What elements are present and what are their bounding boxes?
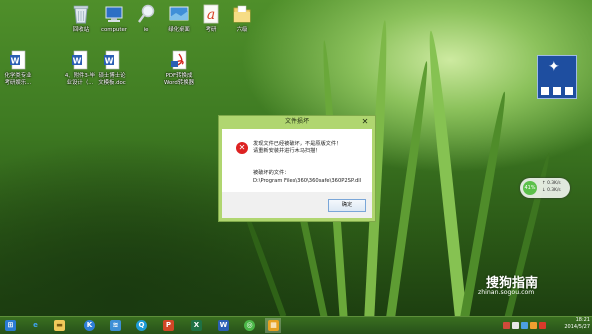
monitor-icon xyxy=(169,3,189,25)
clock-time: 18:21 xyxy=(575,317,590,323)
word-doc-icon: W xyxy=(70,49,90,71)
k-app-icon: K xyxy=(84,320,95,331)
message-line-2: 请重新安装并进行木马扫描！ xyxy=(253,148,321,154)
close-icon[interactable]: ✕ xyxy=(359,117,371,127)
tray-antivirus-icon[interactable] xyxy=(503,322,510,329)
taskbar-k-app[interactable]: K xyxy=(81,318,97,333)
svg-text:W: W xyxy=(11,57,20,66)
svg-text:W: W xyxy=(73,57,82,66)
dialog-title: 文件损坏 xyxy=(284,118,309,125)
pdf-converter-icon xyxy=(169,49,189,71)
network-app-icon: ≋ xyxy=(110,320,121,331)
ok-button[interactable]: 确定 xyxy=(328,199,366,212)
taskbar: ⊞ e ▬ K ≋ Q P X W ◎ ▦ 18:21 2014/5/27 xyxy=(0,316,592,334)
dialog-content: ✕ 发现文件已经被破坏，不是原版文件！ 请重新安装并进行木马扫描！ 被破坏的文件… xyxy=(222,129,372,218)
svg-text:W: W xyxy=(105,57,114,66)
tile-footer xyxy=(541,87,573,95)
damaged-file-path: D:\Program Files\360\360safe\360P2SP.dll xyxy=(253,178,362,184)
network-speed-gadget[interactable]: 41% ↑ 0.3K/s ↓ 0.3K/s xyxy=(520,178,570,198)
start-button[interactable]: ⊞ xyxy=(2,318,18,333)
desktop-icon-label: 硕士博士论 文模板.doc xyxy=(98,73,126,86)
desktop-icon-thesis-doc[interactable]: W 硕士博士论 文模板.doc xyxy=(90,49,134,87)
message-line-1: 发现文件已经被破坏，不是原版文件！ xyxy=(253,141,342,147)
system-clock[interactable]: 18:21 2014/5/27 xyxy=(564,317,590,334)
magnifier-icon xyxy=(136,3,156,25)
desktop-icon-label: 化学类专业 考研娱乐... xyxy=(4,73,32,86)
taskbar-tiles-app[interactable]: ▦ xyxy=(265,318,281,333)
excel-icon: X xyxy=(191,320,202,331)
desktop-icon-label: 六级 xyxy=(236,27,248,33)
word-doc-icon: W xyxy=(8,49,28,71)
tray-ime-icon[interactable] xyxy=(530,322,537,329)
sogou-watermark: 搜狗指南 zhinan.sogou.com xyxy=(478,272,538,296)
ie-browser-icon: e xyxy=(33,321,38,329)
taskbar-powerpoint[interactable]: P xyxy=(160,318,176,333)
file-explorer-icon: ▬ xyxy=(54,320,65,331)
qq-icon: Q xyxy=(136,320,147,331)
taskbar-network-app[interactable]: ≋ xyxy=(107,318,123,333)
clock-date: 2014/5/27 xyxy=(564,324,590,330)
taskbar-qq[interactable]: Q xyxy=(133,318,149,333)
file-damaged-dialog: 文件损坏 ✕ ✕ 发现文件已经被破坏，不是原版文件！ 请重新安装并进行木马扫描！… xyxy=(218,115,376,222)
taskbar-ie[interactable]: e xyxy=(27,318,43,333)
tray-volume-icon[interactable] xyxy=(521,322,528,329)
word-icon: W xyxy=(218,320,229,331)
desktop-icon-pdf-converter[interactable]: PDF转换成 Word转换器 xyxy=(157,49,201,87)
star-icon: ✦ xyxy=(548,59,560,75)
svg-text:a: a xyxy=(207,7,215,23)
tray-flag-icon[interactable] xyxy=(539,322,546,329)
powerpoint-icon: P xyxy=(163,320,174,331)
taskbar-explorer[interactable]: ▬ xyxy=(51,318,67,333)
tray-network-icon[interactable] xyxy=(512,322,519,329)
desktop-icon-cet6[interactable]: 六级 xyxy=(220,3,264,34)
a-letter-icon: a xyxy=(201,3,221,25)
upload-speed-text: ↑ 0.3K/s xyxy=(542,181,561,186)
tiles-app-icon: ▦ xyxy=(268,320,279,331)
desktop-icon-label: PDF转换成 Word转换器 xyxy=(163,73,195,86)
word-doc-icon: W xyxy=(102,49,122,71)
cpu-usage-ring: 41% xyxy=(523,181,537,195)
computer-icon xyxy=(104,3,124,25)
recycle-bin-icon xyxy=(71,3,91,25)
taskbar-word[interactable]: W xyxy=(215,318,231,333)
windows-start-icon: ⊞ xyxy=(5,320,16,331)
desktop-icon-chem-doc[interactable]: W 化学类专业 考研娱乐... xyxy=(0,49,40,87)
dialog-footer: 确定 xyxy=(222,192,372,218)
taskbar-excel[interactable]: X xyxy=(188,318,204,333)
tile-widget[interactable]: ✦ xyxy=(537,55,577,99)
download-speed-text: ↓ 0.3K/s xyxy=(542,188,561,193)
error-icon: ✕ xyxy=(236,142,248,154)
security-app-icon: ◎ xyxy=(244,320,255,331)
dialog-message: 发现文件已经被破坏，不是原版文件！ 请重新安装并进行木马扫描！ xyxy=(253,141,368,155)
watermark-url: zhinan.sogou.com xyxy=(478,289,535,296)
taskbar-security[interactable]: ◎ xyxy=(241,318,257,333)
folder-icon xyxy=(232,3,252,25)
damaged-file-info: 被破坏的文件： D:\Program Files\360\360safe\360… xyxy=(253,169,373,185)
desktop-background: 回收站 computer ie 绿化桌面 a 考研 六级 W 化学类专业 考研娱… xyxy=(0,0,592,316)
damaged-file-label: 被破坏的文件： xyxy=(253,170,290,176)
